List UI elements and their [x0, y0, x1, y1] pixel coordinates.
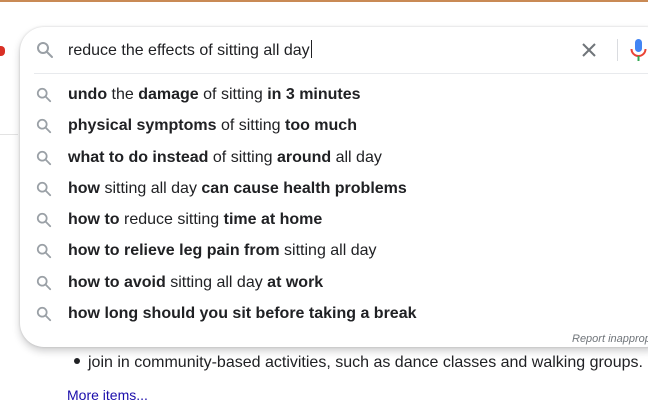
suggestion-plain-part: the	[107, 86, 139, 103]
suggestion-plain-part: sitting all day	[165, 273, 268, 291]
suggestion-bold-part: at work	[267, 273, 324, 291]
suggestion-plain-part: of sitting	[208, 148, 277, 166]
search-input[interactable]: reduce the effects of sitting all day	[68, 40, 312, 61]
suggestion-text: how to avoid sitting all day at work	[68, 273, 323, 293]
list-item: join in community-based activities, such…	[74, 353, 643, 373]
suggestion-plain-part: of sitting	[216, 117, 285, 135]
suggestion-bold-part: how to avoid	[68, 273, 166, 291]
search-icon	[36, 87, 52, 108]
left-edge	[0, 0, 18, 405]
suggestion-text: what to do instead of sitting around all…	[68, 148, 382, 168]
text-caret	[310, 40, 312, 58]
suggestion-bold-part: in 3 minutes	[267, 86, 361, 103]
suggestion-bold-part: how long should you sit before taking a …	[68, 305, 417, 323]
suggestion-bold-part: how to relieve leg pain from	[68, 242, 280, 260]
close-icon	[582, 43, 596, 57]
search-icon	[36, 181, 52, 202]
suggestion-item[interactable]: how to avoid sitting all day at work	[20, 267, 640, 298]
suggestion-plain-part: sitting all day	[100, 179, 202, 197]
search-icon	[36, 212, 52, 233]
suggestion-text: how to reduce sitting time at home	[68, 210, 322, 230]
suggestion-item[interactable]: how to relieve leg pain from sitting all…	[20, 235, 640, 266]
suggestion-item[interactable]: how sitting all day can cause health pro…	[20, 173, 640, 204]
search-icon	[36, 118, 52, 139]
suggestion-text: how sitting all day can cause health pro…	[68, 179, 407, 199]
search-icon	[36, 275, 52, 296]
search-icon	[36, 306, 52, 327]
suggestion-text: physical symptoms of sitting too much	[68, 116, 357, 136]
suggestion-bold-part: time at home	[223, 211, 323, 229]
dropdown-divider	[34, 73, 648, 74]
suggestion-item[interactable]: how to reduce sitting time at home	[20, 204, 640, 235]
suggestion-list: undo the damage of sitting in 3 minutes p…	[20, 79, 640, 329]
voice-search-button[interactable]	[628, 38, 648, 62]
suggestion-bold-part: damage	[138, 86, 199, 103]
search-icon	[36, 150, 52, 171]
more-items-link[interactable]: More items...	[67, 386, 148, 404]
suggestion-text: how to relieve leg pain from sitting all…	[68, 241, 377, 261]
list-item-text: join in community-based activities, such…	[88, 354, 643, 371]
suggestion-bold-part: how to	[68, 211, 120, 229]
search-box-separator	[617, 39, 618, 61]
search-query-text: reduce the effects of sitting all day	[68, 42, 310, 59]
autocomplete-dropdown: reduce the effects of sitting all day un…	[20, 27, 648, 347]
search-box: reduce the effects of sitting all day	[20, 27, 648, 73]
suggestion-item[interactable]: undo the damage of sitting in 3 minutes	[20, 79, 640, 110]
suggestion-bold-part: what to do instead	[68, 148, 209, 166]
microphone-icon	[630, 39, 647, 61]
suggestion-item[interactable]: physical symptoms of sitting too much	[20, 110, 640, 141]
top-rule	[0, 0, 648, 2]
suggestion-bold-part: around	[276, 148, 332, 166]
search-icon	[36, 243, 52, 264]
suggestion-item[interactable]: how long should you sit before taking a …	[20, 298, 640, 329]
report-inappropriate-link[interactable]: Report inapprop	[572, 333, 648, 345]
suggestion-bold-part: can cause health problems	[201, 179, 407, 197]
clear-search-button[interactable]	[578, 39, 600, 61]
suggestion-bold-part: undo	[68, 86, 108, 103]
suggestion-bold-part: how	[68, 179, 100, 197]
suggestion-plain-part: all day	[331, 148, 382, 166]
suggestion-bold-part: too much	[284, 117, 357, 135]
suggestion-text: undo the damage of sitting in 3 minutes	[68, 85, 361, 105]
search-icon	[36, 41, 54, 64]
suggestion-plain-part: of sitting	[198, 86, 268, 103]
suggestion-bold-part: physical symptoms	[68, 117, 217, 135]
suggestion-plain-part: reduce sitting	[119, 211, 224, 229]
left-edge-divider	[0, 134, 18, 135]
bullet-icon	[74, 358, 80, 364]
logo-fragment	[0, 46, 5, 56]
suggestion-item[interactable]: what to do instead of sitting around all…	[20, 142, 640, 173]
suggestion-plain-part: sitting all day	[279, 242, 377, 260]
suggestion-text: how long should you sit before taking a …	[68, 304, 416, 324]
